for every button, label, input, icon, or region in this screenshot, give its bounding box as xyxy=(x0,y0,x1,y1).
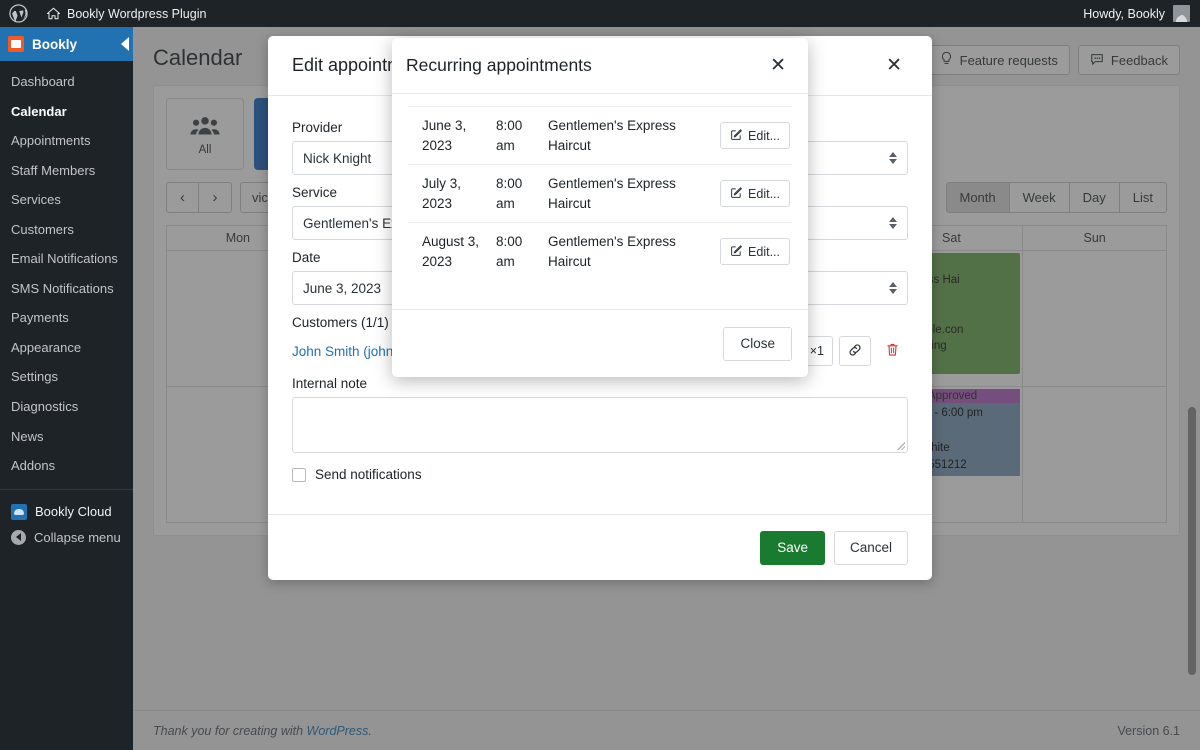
sidebar-item-news[interactable]: News xyxy=(0,422,133,452)
trash-icon xyxy=(886,342,899,360)
bookly-cloud-label: Bookly Cloud xyxy=(35,504,112,520)
link-icon xyxy=(848,343,862,360)
save-button[interactable]: Save xyxy=(760,530,825,565)
close-x-icon[interactable]: ✕ xyxy=(764,55,792,76)
sidebar-bottom: Bookly Cloud Collapse menu xyxy=(0,488,133,550)
edit-button-label: Edit... xyxy=(748,128,780,143)
table-row: August 3, 2023 8:00 am Gentlemen's Expre… xyxy=(408,222,792,281)
customer-link[interactable]: John Smith (john.s xyxy=(292,344,404,359)
home-icon xyxy=(46,6,61,21)
select-spinner-icon xyxy=(889,282,897,294)
edit-button[interactable]: Edit... xyxy=(720,180,790,208)
collapse-menu-button[interactable]: Collapse menu xyxy=(0,525,133,550)
row-service: Gentlemen's Express Haircut xyxy=(544,105,717,165)
row-date: July 3, 2023 xyxy=(408,164,492,223)
screen-root: Bookly Wordpress Plugin Howdy, Bookly Bo… xyxy=(0,0,1200,750)
row-time: 8:00 am xyxy=(492,105,544,165)
row-time: 8:00 am xyxy=(492,164,544,223)
recurring-dialog-title: Recurring appointments xyxy=(406,55,592,75)
internal-note-field[interactable] xyxy=(292,397,908,453)
recurring-dialog-footer: Close xyxy=(392,309,808,377)
admin-sidebar: Bookly Dashboard Calendar Appointments S… xyxy=(0,27,133,750)
collapse-menu-label: Collapse menu xyxy=(34,529,121,545)
row-service: Gentlemen's Express Haircut xyxy=(544,164,717,223)
close-button[interactable]: Close xyxy=(723,326,792,361)
sidebar-item-services[interactable]: Services xyxy=(0,185,133,215)
sidebar-item-appearance[interactable]: Appearance xyxy=(0,333,133,363)
sidebar-menu: Dashboard Calendar Appointments Staff Me… xyxy=(0,61,133,481)
provider-value: Nick Knight xyxy=(303,150,372,166)
internal-note-label: Internal note xyxy=(292,376,368,391)
table-row: June 3, 2023 8:00 am Gentlemen's Express… xyxy=(408,105,792,165)
howdy-label[interactable]: Howdy, Bookly xyxy=(1083,7,1165,21)
pencil-square-icon xyxy=(730,186,743,202)
delete-button[interactable] xyxy=(877,336,908,366)
send-notifications-row[interactable]: Send notifications xyxy=(292,467,908,482)
sidebar-item-addons[interactable]: Addons xyxy=(0,451,133,481)
edit-dialog-footer: Save Cancel xyxy=(268,514,932,580)
sidebar-item-email-notifications[interactable]: Email Notifications xyxy=(0,244,133,274)
recurring-dialog-header: Recurring appointments ✕ xyxy=(392,38,808,94)
row-date: August 3, 2023 xyxy=(408,222,492,281)
row-service: Gentlemen's Express Haircut xyxy=(544,222,717,281)
table-row: July 3, 2023 8:00 am Gentlemen's Express… xyxy=(408,164,792,223)
date-value: June 3, 2023 xyxy=(303,280,382,296)
cancel-button[interactable]: Cancel xyxy=(833,530,908,565)
pencil-square-icon xyxy=(730,128,743,144)
edit-button[interactable]: Edit... xyxy=(720,122,790,150)
site-name-menu[interactable]: Bookly Wordpress Plugin xyxy=(37,0,215,27)
select-spinner-icon xyxy=(889,152,897,164)
sidebar-item-bookly[interactable]: Bookly xyxy=(0,27,133,61)
row-time: 8:00 am xyxy=(492,222,544,281)
pencil-square-icon xyxy=(730,244,743,260)
wordpress-logo-icon[interactable] xyxy=(0,0,37,27)
row-actions: Edit... xyxy=(716,105,792,165)
service-value: Gentlemen's Exp xyxy=(303,215,406,231)
user-avatar-icon[interactable] xyxy=(1173,5,1190,22)
bookly-logo-icon xyxy=(8,36,24,52)
edit-button-label: Edit... xyxy=(748,244,780,259)
site-title: Bookly Wordpress Plugin xyxy=(67,6,207,21)
close-x-icon[interactable]: ✕ xyxy=(880,55,908,76)
edit-button[interactable]: Edit... xyxy=(720,238,790,266)
sidebar-item-staff-members[interactable]: Staff Members xyxy=(0,156,133,186)
row-date: June 3, 2023 xyxy=(408,105,492,165)
sidebar-item-bookly-cloud[interactable]: Bookly Cloud xyxy=(0,499,133,525)
wp-admin-bar: Bookly Wordpress Plugin Howdy, Bookly xyxy=(0,0,1200,27)
recurring-dialog-body: June 3, 2023 8:00 am Gentlemen's Express… xyxy=(392,94,808,309)
send-notifications-label: Send notifications xyxy=(315,467,422,482)
caret-left-icon[interactable] xyxy=(121,37,129,51)
select-spinner-icon xyxy=(889,217,897,229)
recurring-appointments-table: June 3, 2023 8:00 am Gentlemen's Express… xyxy=(408,105,792,281)
collapse-arrow-icon xyxy=(11,529,26,545)
row-actions: Edit... xyxy=(716,222,792,281)
cloud-icon xyxy=(11,503,27,520)
recurring-appointments-dialog: Recurring appointments ✕ June 3, 2023 8:… xyxy=(392,38,808,377)
sidebar-item-payments[interactable]: Payments xyxy=(0,303,133,333)
sidebar-item-customers[interactable]: Customers xyxy=(0,215,133,245)
sidebar-item-diagnostics[interactable]: Diagnostics xyxy=(0,392,133,422)
admin-bar-left: Bookly Wordpress Plugin xyxy=(0,0,215,27)
sidebar-item-calendar[interactable]: Calendar xyxy=(0,97,133,127)
person-count-label: ×1 xyxy=(809,344,824,358)
admin-bar-right: Howdy, Bookly xyxy=(1083,5,1200,22)
sidebar-brand-label: Bookly xyxy=(32,36,78,52)
send-notifications-checkbox[interactable] xyxy=(292,467,306,482)
sidebar-item-settings[interactable]: Settings xyxy=(0,362,133,392)
sidebar-item-appointments[interactable]: Appointments xyxy=(0,126,133,156)
sidebar-item-sms-notifications[interactable]: SMS Notifications xyxy=(0,274,133,304)
resize-grip-icon[interactable] xyxy=(897,442,905,450)
copy-link-button[interactable] xyxy=(839,336,871,366)
sidebar-item-dashboard[interactable]: Dashboard xyxy=(0,67,133,97)
row-actions: Edit... xyxy=(716,164,792,223)
edit-button-label: Edit... xyxy=(748,186,780,201)
